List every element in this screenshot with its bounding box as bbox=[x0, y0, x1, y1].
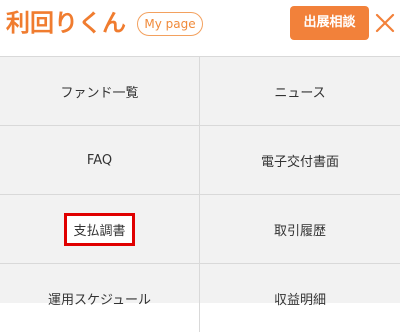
menu-item-electronic-documents[interactable]: 電子交付書面 bbox=[200, 126, 400, 194]
menu-item-label-highlighted: 支払調書 bbox=[64, 212, 135, 246]
consult-button[interactable]: 出展相談 bbox=[290, 6, 369, 40]
menu-item-label: 運用スケジュール bbox=[47, 292, 152, 308]
menu-item-label: FAQ bbox=[86, 152, 113, 168]
menu-item-operation-schedule[interactable]: 運用スケジュール bbox=[0, 264, 200, 332]
menu-item-label: 電子交付書面 bbox=[260, 154, 339, 170]
menu-grid: ファンド一覧 ニュース FAQ 電子交付書面 支払調書 取引履歴 運用スケジュー… bbox=[0, 56, 400, 332]
menu-item-revenue-details[interactable]: 収益明細 bbox=[200, 264, 400, 332]
close-icon[interactable] bbox=[374, 11, 396, 35]
logo[interactable]: 利回りくん bbox=[6, 6, 126, 40]
menu-item-news[interactable]: ニュース bbox=[200, 57, 400, 125]
menu-item-fund-list[interactable]: ファンド一覧 bbox=[0, 57, 200, 125]
menu-item-transaction-history[interactable]: 取引履歴 bbox=[200, 195, 400, 263]
menu-item-label: ニュース bbox=[274, 85, 326, 101]
menu-item-label: ファンド一覧 bbox=[60, 85, 139, 101]
header: 利回りくん My page 出展相談 bbox=[0, 0, 400, 56]
menu-item-faq[interactable]: FAQ bbox=[0, 126, 200, 194]
menu-item-label: 取引履歴 bbox=[273, 223, 326, 239]
menu-item-payment-record[interactable]: 支払調書 bbox=[0, 195, 200, 263]
mypage-button[interactable]: My page bbox=[137, 12, 203, 36]
menu-item-label: 収益明細 bbox=[273, 292, 326, 308]
